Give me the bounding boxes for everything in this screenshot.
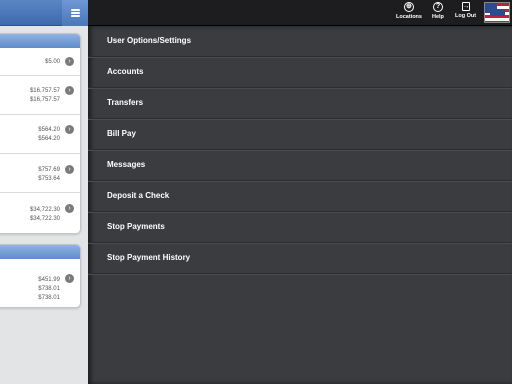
account-available: $34,722.30: [29, 216, 60, 222]
account-balance: $5.00: [44, 59, 60, 65]
logo-badge: [490, 9, 505, 16]
accounts-panel: $5.00 › $16,757.57 $16,757.57 › $564.20 …: [0, 0, 88, 384]
bank-logo: [484, 2, 510, 23]
help-label: Help: [432, 14, 444, 20]
logout-icon: →: [461, 2, 470, 11]
chevron-right-icon[interactable]: ›: [65, 57, 74, 66]
account-row[interactable]: $564.20 $564.20 ›: [0, 115, 80, 154]
account-balance: $451.99: [38, 277, 60, 283]
menu-item-deposit-check[interactable]: Deposit a Check: [88, 181, 512, 212]
panel-header: [0, 0, 88, 26]
menu-item-stop-payment-history[interactable]: Stop Payment History: [88, 243, 512, 274]
account-balance: $16,757.57: [29, 88, 60, 94]
menu-item-stop-payments[interactable]: Stop Payments: [88, 212, 512, 243]
chevron-right-icon[interactable]: ›: [65, 125, 74, 134]
logout-button[interactable]: → Log Out: [455, 2, 476, 24]
chevron-right-icon[interactable]: ›: [65, 204, 74, 213]
menu-toggle-button[interactable]: [62, 0, 88, 26]
account-balance: $34,722.30: [29, 207, 60, 213]
locations-label: Locations: [396, 14, 422, 20]
chevron-right-icon[interactable]: ›: [65, 86, 74, 95]
accounts-card-1: $5.00 › $16,757.57 $16,757.57 › $564.20 …: [0, 33, 81, 234]
account-row[interactable]: $5.00 ›: [0, 48, 80, 76]
account-row[interactable]: $451.99 $738.01 $738.01 ›: [0, 259, 80, 307]
top-bar: ⊕ Locations ? Help → Log Out: [88, 0, 512, 26]
card-header: [0, 245, 80, 259]
help-button[interactable]: ? Help: [432, 2, 444, 24]
card-header: [0, 34, 80, 48]
side-menu: User Options/Settings Accounts Transfers…: [88, 26, 512, 384]
menu-item-accounts[interactable]: Accounts: [88, 57, 512, 88]
accounts-card-2: $451.99 $738.01 $738.01 ›: [0, 244, 81, 308]
account-row[interactable]: $757.69 $753.64 ›: [0, 154, 80, 193]
chevron-right-icon[interactable]: ›: [65, 274, 74, 283]
help-icon: ?: [432, 2, 443, 12]
account-available: $564.20: [38, 136, 60, 142]
account-available: $753.64: [38, 176, 60, 182]
menu-item-user-options[interactable]: User Options/Settings: [88, 26, 512, 57]
account-available: $16,757.57: [29, 97, 60, 103]
account-row[interactable]: $16,757.57 $16,757.57 ›: [0, 76, 80, 115]
account-balance: $564.20: [38, 127, 60, 133]
account-available: $738.01: [38, 295, 60, 301]
hamburger-icon: [70, 9, 80, 17]
menu-item-transfers[interactable]: Transfers: [88, 88, 512, 119]
logout-label: Log Out: [455, 13, 477, 19]
locations-button[interactable]: ⊕ Locations: [396, 2, 422, 24]
account-available: $738.01: [38, 286, 60, 292]
menu-item-bill-pay[interactable]: Bill Pay: [88, 119, 512, 150]
menu-item-messages[interactable]: Messages: [88, 150, 512, 181]
account-balance: $757.69: [38, 167, 60, 173]
account-row[interactable]: $34,722.30 $34,722.30 ›: [0, 193, 80, 233]
chevron-right-icon[interactable]: ›: [65, 165, 74, 174]
globe-icon: ⊕: [403, 2, 414, 12]
